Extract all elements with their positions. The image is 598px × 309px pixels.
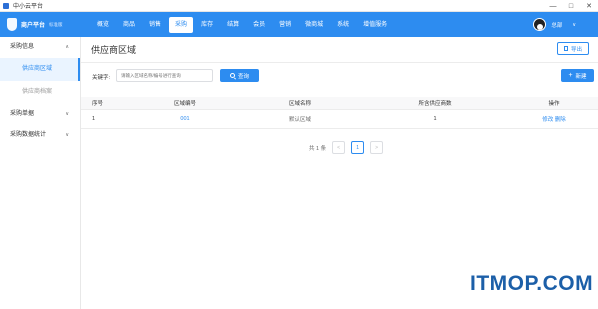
sidebar-group-label: 采购数据统计 — [10, 132, 47, 138]
chevron-down-icon: ∨ — [65, 132, 69, 138]
table-header: 序号 区域编号 区域名称 所含供应商数 操作 — [81, 97, 598, 110]
sidebar-group-label: 采购信息 — [10, 44, 35, 50]
cell-count: 1 — [433, 116, 437, 122]
cell-name: 默认区域 — [288, 117, 311, 123]
search-input[interactable] — [116, 69, 213, 82]
sidebar-group-label: 采购单据 — [10, 111, 35, 117]
nav-item-inventory[interactable]: 库存 — [195, 17, 219, 33]
nav-item-micro-mall[interactable]: 微商城 — [299, 17, 329, 33]
brand-logo[interactable]: 商户平台 标准版 — [7, 18, 87, 31]
chevron-down-icon: ∨ — [65, 111, 69, 117]
top-navigation-bar: 商户平台 标准版 概览 商品 销售 采购 库存 结算 会员 营销 微商城 系统 … — [0, 12, 598, 37]
window-titlebar: 中小云平台 — □ ✕ — [0, 0, 598, 12]
nav-item-products[interactable]: 商品 — [117, 17, 141, 33]
sidebar-group-purchase-info[interactable]: 采购信息 ∧ — [0, 37, 80, 58]
app-icon — [3, 2, 9, 9]
nav-item-overview[interactable]: 概览 — [91, 17, 115, 33]
minimize-icon[interactable]: — — [544, 0, 562, 12]
sidebar-group-purchase-documents[interactable]: 采购单据 ∨ — [0, 104, 80, 125]
nav-item-marketing[interactable]: 营销 — [273, 17, 297, 33]
new-button[interactable]: + 新建 — [561, 69, 594, 82]
column-header-count: 所含供应商数 — [418, 101, 452, 107]
region-table: 序号 区域编号 区域名称 所含供应商数 操作 1 001 默认区域 1 修改 删… — [81, 97, 598, 129]
sidebar-group-purchase-statistics[interactable]: 采购数据统计 ∨ — [0, 125, 80, 146]
next-page-button[interactable]: > — [370, 141, 384, 154]
pagination: 共 1 条 < 1 > — [309, 141, 389, 154]
nav-item-system[interactable]: 系统 — [331, 17, 355, 33]
column-header-operations: 操作 — [548, 101, 560, 107]
column-header-code: 区域编号 — [173, 101, 196, 107]
logo-edition: 标准版 — [49, 21, 63, 27]
chevron-up-icon: ∧ — [65, 44, 69, 50]
window-controls: — □ ✕ — [544, 0, 598, 12]
export-icon — [563, 46, 568, 51]
cell-seq: 1 — [92, 116, 96, 122]
column-header-name: 区域名称 — [288, 101, 311, 107]
page-button-current[interactable]: 1 — [351, 141, 365, 154]
delete-link[interactable]: 删除 — [555, 117, 566, 123]
sidebar-item-supplier-region[interactable]: 供应商区域 — [0, 58, 80, 81]
nav-item-value-added[interactable]: 增值服务 — [357, 17, 393, 33]
page-title: 供应商区域 — [91, 45, 137, 55]
export-button[interactable]: 导出 — [557, 42, 589, 55]
nav-item-sales[interactable]: 销售 — [143, 17, 167, 33]
nav-item-settlement[interactable]: 结算 — [221, 17, 245, 33]
main-nav: 概览 商品 销售 采购 库存 结算 会员 营销 微商城 系统 增值服务 — [91, 12, 395, 37]
logo-text: 商户平台 — [21, 23, 46, 29]
logo-icon — [7, 18, 17, 31]
sidebar-item-supplier-archive[interactable]: 供应商档案 — [0, 81, 80, 104]
main-content: 供应商区域 导出 关键字: 查询 + 新建 序号 区域编号 区域名称 所含供应商… — [81, 37, 598, 309]
search-icon — [229, 73, 235, 78]
plus-icon: + — [568, 72, 573, 79]
export-label: 导出 — [570, 46, 582, 53]
keyword-label: 关键字: — [92, 75, 111, 81]
maximize-icon[interactable]: □ — [562, 0, 580, 12]
sidebar: 采购信息 ∧ 供应商区域 供应商档案 采购单据 ∨ 采购数据统计 ∨ — [0, 37, 81, 309]
nav-item-purchase[interactable]: 采购 — [169, 16, 194, 33]
new-label: 新建 — [575, 73, 587, 80]
table-row: 1 001 默认区域 1 修改 删除 — [81, 110, 598, 129]
site-watermark: ITMOP.COM — [470, 272, 594, 295]
close-icon[interactable]: ✕ — [580, 0, 598, 12]
nav-item-members[interactable]: 会员 — [247, 17, 271, 33]
edit-link[interactable]: 修改 — [542, 117, 553, 123]
cell-code[interactable]: 001 — [130, 116, 240, 122]
header-divider — [81, 62, 598, 63]
pagination-total: 共 1 条 — [309, 145, 327, 152]
query-button[interactable]: 查询 — [220, 69, 259, 82]
user-menu[interactable]: 总部 ∨ — [533, 12, 576, 37]
query-label: 查询 — [237, 73, 249, 80]
user-name[interactable]: 总部 — [551, 21, 562, 29]
column-header-seq: 序号 — [92, 101, 104, 107]
chevron-down-icon[interactable]: ∨ — [572, 22, 576, 28]
cell-operations: 修改 删除 — [510, 115, 598, 123]
window-title: 中小云平台 — [13, 4, 44, 10]
prev-page-button[interactable]: < — [332, 141, 346, 154]
avatar[interactable] — [533, 18, 547, 31]
